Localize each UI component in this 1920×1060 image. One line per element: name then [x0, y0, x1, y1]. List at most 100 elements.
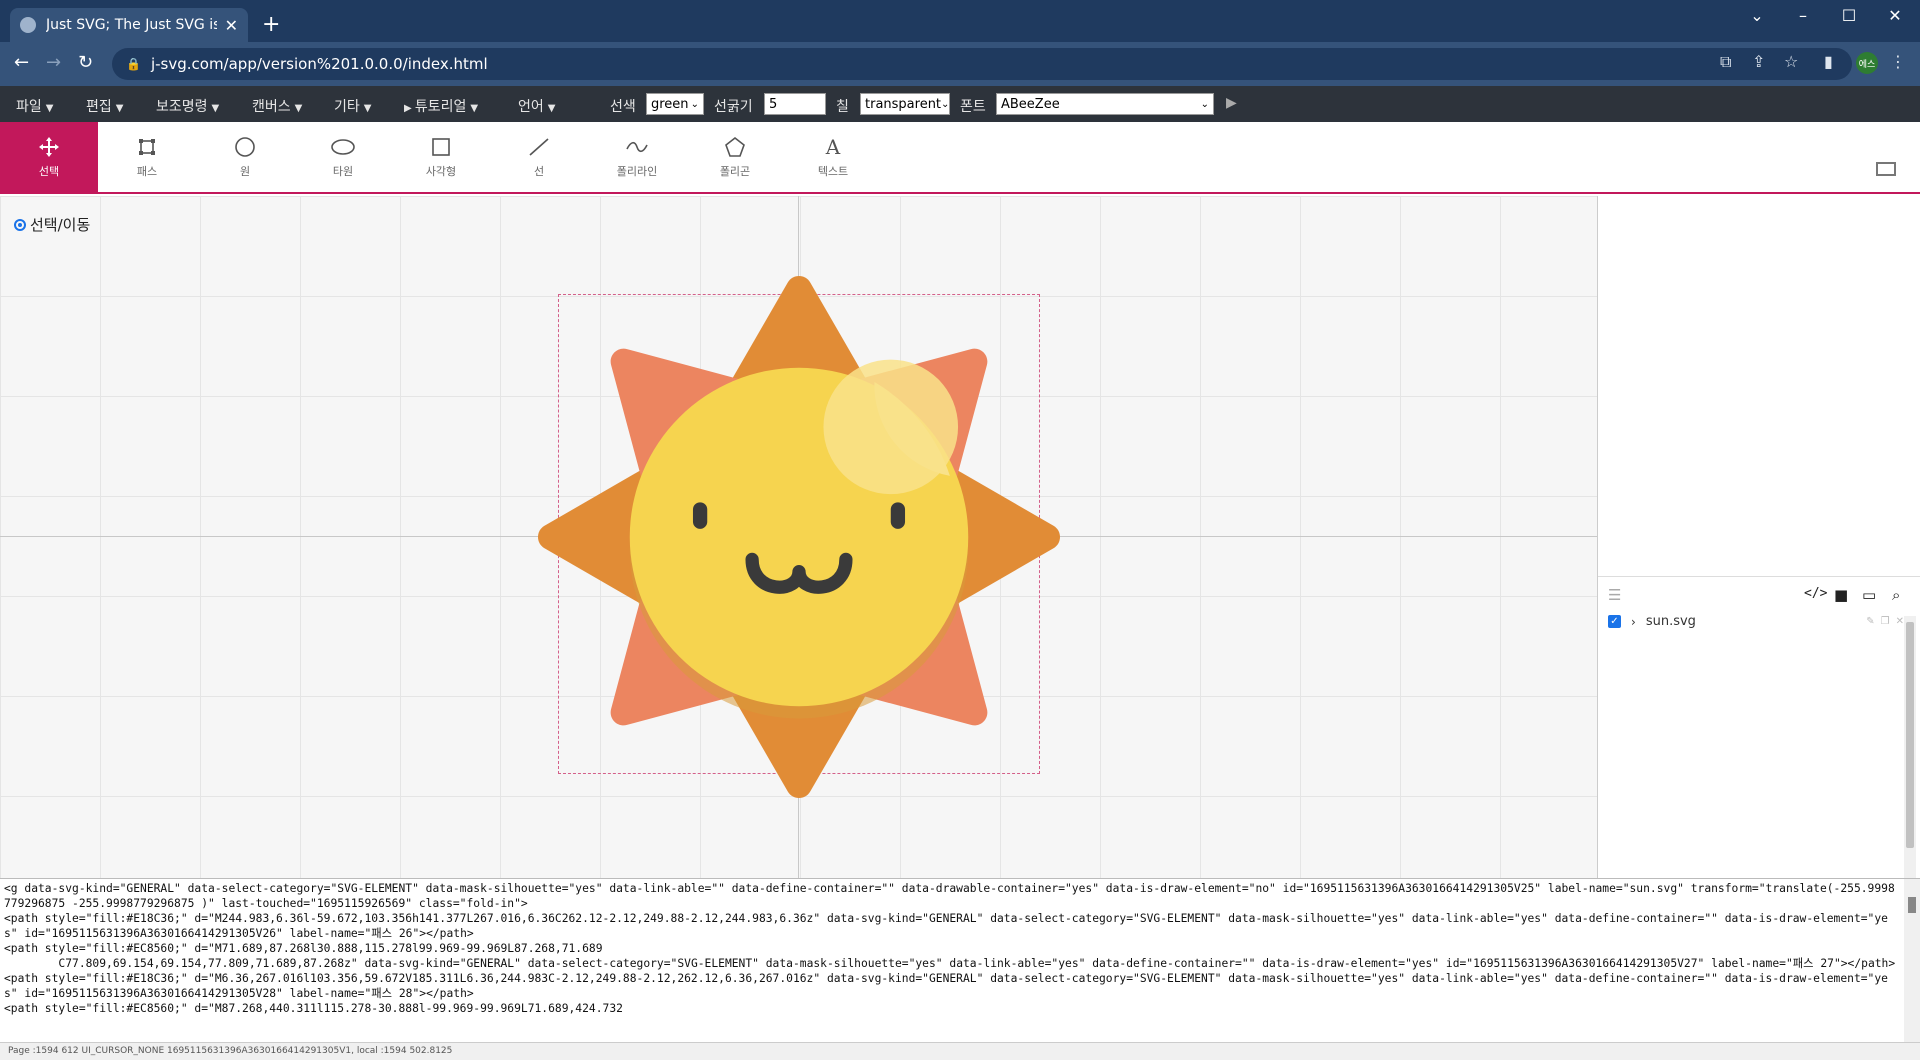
video-camera-icon[interactable]: ■	[1834, 586, 1848, 604]
tool-label: 선택	[38, 165, 60, 178]
select-move-radio[interactable]: 선택/이동	[14, 214, 90, 235]
fill-label: 칠	[836, 99, 849, 115]
stroke-width-label: 선굵기	[714, 99, 753, 115]
menu-file[interactable]: 파일 ▼	[16, 96, 53, 116]
menu-language[interactable]: 언어 ▼	[518, 96, 555, 116]
play-icon[interactable]: ▶	[1226, 95, 1237, 111]
browser-titlebar: Just SVG; The Just SVG is simple ✕ + ⌄ –…	[0, 0, 1920, 42]
panel-toggle-icon[interactable]	[1876, 162, 1896, 176]
back-icon[interactable]: ←	[14, 52, 29, 73]
menu-canvas[interactable]: 캔버스 ▼	[252, 96, 302, 116]
tool-polyline[interactable]: 폴리라인	[588, 122, 686, 192]
tool-text[interactable]: A 텍스트	[784, 122, 882, 192]
translate-icon[interactable]: ⧉	[1720, 52, 1731, 72]
delete-icon[interactable]: ✕	[1896, 616, 1904, 627]
tab-search-icon[interactable]: ⌄	[1734, 6, 1780, 25]
forward-icon[interactable]: →	[46, 52, 61, 73]
new-tab-icon[interactable]: +	[262, 12, 280, 37]
browser-tab[interactable]: Just SVG; The Just SVG is simple ✕	[10, 8, 248, 42]
chevron-right-icon[interactable]: ›	[1631, 615, 1636, 629]
scroll-thumb[interactable]	[1908, 897, 1916, 913]
globe-icon	[20, 17, 36, 33]
rectangle-icon	[431, 135, 451, 159]
video-icon: ▶	[404, 103, 415, 114]
tool-polygon[interactable]: 폴리곤	[686, 122, 784, 192]
menu-etc[interactable]: 기타 ▼	[334, 96, 371, 116]
tool-label: 폴리곤	[719, 165, 751, 178]
tool-bar: 선택 패스 원 타원 사각형 선 폴리라인 폴리곤 A 텍스트	[0, 122, 1920, 194]
dropdown-arrow-icon: ⌄	[1200, 98, 1209, 110]
layer-item[interactable]: ✓ › sun.svg ✎ ❐ ✕	[1608, 614, 1904, 629]
polygon-icon	[724, 135, 746, 159]
tool-label: 원	[239, 165, 251, 178]
svg-code-text[interactable]: <g data-svg-kind="GENERAL" data-select-c…	[4, 881, 1900, 1016]
bookmark-star-icon[interactable]: ☆	[1784, 52, 1798, 71]
tool-path[interactable]: 패스	[98, 122, 196, 192]
chevron-down-icon: ▼	[363, 103, 372, 114]
url-field[interactable]: 🔒 j-svg.com/app/version%201.0.0.0/index.…	[112, 48, 1852, 80]
line-icon	[528, 135, 550, 159]
path-icon	[137, 135, 157, 159]
address-bar-row: ← → ↻ 🔒 j-svg.com/app/version%201.0.0.0/…	[0, 42, 1920, 86]
code-scrollbar[interactable]	[1904, 879, 1920, 1042]
panel-scrollbar[interactable]	[1904, 616, 1916, 878]
menu-tutorial[interactable]: ▶ 튜토리얼 ▼	[404, 96, 478, 116]
stroke-width-input[interactable]: 5	[764, 93, 826, 115]
profile-avatar[interactable]: 에스	[1856, 52, 1878, 74]
app-menubar: 파일 ▼ 편집 ▼ 보조명령 ▼ 캔버스 ▼ 기타 ▼ ▶ 튜토리얼 ▼ 언어 ▼ 선색 gr…	[0, 86, 1920, 122]
share-icon[interactable]: ⇪	[1752, 52, 1765, 71]
indent-list-icon[interactable]: ☰	[1608, 586, 1621, 604]
reload-icon[interactable]: ↻	[78, 52, 93, 73]
tool-label: 패스	[136, 165, 158, 178]
tool-select[interactable]: 선택	[0, 122, 98, 192]
drawing-canvas[interactable]: 선택/이동	[0, 196, 1598, 878]
chevron-down-icon: ▼	[45, 103, 54, 114]
duplicate-icon[interactable]: ❐	[1881, 616, 1890, 627]
menu-aux-commands[interactable]: 보조명령 ▼	[156, 96, 219, 116]
visibility-checkbox[interactable]: ✓	[1608, 615, 1621, 628]
close-tab-icon[interactable]: ✕	[225, 16, 238, 35]
stroke-color-select[interactable]: green ⌄	[646, 93, 704, 115]
sun-graphic[interactable]	[538, 276, 1060, 798]
status-bar: Page :1594 612 UI_CURSOR_NONE 1695115631…	[0, 1042, 1920, 1060]
folder-icon[interactable]: ▭	[1862, 586, 1876, 604]
window-close-icon[interactable]: ✕	[1872, 6, 1918, 25]
scroll-thumb[interactable]	[1906, 622, 1914, 848]
right-eye	[890, 502, 906, 529]
tool-label: 타원	[332, 165, 354, 178]
dropdown-arrow-icon: ⌄	[690, 98, 699, 110]
tool-label: 폴리라인	[616, 165, 658, 178]
tool-ellipse[interactable]: 타원	[294, 122, 392, 192]
chevron-down-icon: ▼	[294, 103, 303, 114]
layer-name: sun.svg	[1645, 614, 1696, 629]
polyline-icon	[625, 135, 649, 159]
ellipse-icon	[330, 135, 356, 159]
tool-circle[interactable]: 원	[196, 122, 294, 192]
side-panel-icon[interactable]: ▮	[1824, 52, 1833, 71]
left-eye	[692, 502, 708, 529]
code-icon[interactable]: </>	[1804, 586, 1827, 601]
chevron-down-icon: ▼	[547, 103, 556, 114]
move-icon	[38, 135, 60, 159]
tool-line[interactable]: 선	[490, 122, 588, 192]
svg-code-editor[interactable]: <g data-svg-kind="GENERAL" data-select-c…	[0, 878, 1920, 1042]
mode-label: 선택/이동	[30, 216, 91, 234]
sun-highlight-blob	[823, 359, 959, 495]
tool-label: 텍스트	[817, 165, 849, 178]
dropdown-arrow-icon: ⌄	[941, 98, 950, 110]
paperclip-icon[interactable]: ⌕	[1892, 586, 1900, 604]
menu-edit[interactable]: 편집 ▼	[86, 96, 123, 116]
font-select[interactable]: ABeeZee ⌄	[996, 93, 1214, 115]
tool-rectangle[interactable]: 사각형	[392, 122, 490, 192]
radio-selected-icon[interactable]	[14, 218, 26, 231]
url-text: j-svg.com/app/version%201.0.0.0/index.ht…	[150, 55, 488, 73]
maximize-icon[interactable]: ☐	[1826, 6, 1872, 25]
right-panel: ☰ </> ■ ▭ ⌕ ✓ › sun.svg ✎ ❐ ✕	[1598, 196, 1920, 878]
more-menu-icon[interactable]: ⋮	[1890, 52, 1906, 71]
chevron-down-icon: ▼	[211, 103, 220, 114]
chevron-down-icon: ▼	[115, 103, 124, 114]
edit-icon[interactable]: ✎	[1866, 616, 1874, 627]
panel-divider	[1598, 576, 1920, 577]
minimize-icon[interactable]: –	[1780, 6, 1826, 25]
fill-select[interactable]: transparent ⌄	[860, 93, 950, 115]
